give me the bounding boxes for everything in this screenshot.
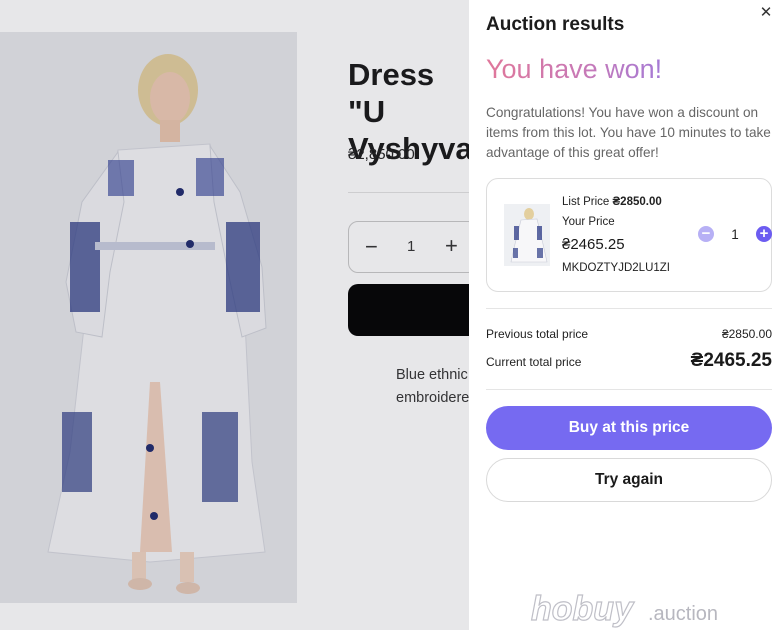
product-thumbnail — [504, 204, 550, 266]
auction-results-drawer: Auction results ✕ You have won! Congratu… — [469, 0, 777, 630]
previous-total-label: Previous total price — [486, 327, 589, 341]
close-icon[interactable]: ✕ — [759, 5, 773, 20]
won-headline: You have won! — [486, 54, 663, 84]
buy-at-this-price-button[interactable]: Buy at this price — [486, 406, 772, 450]
congratulations-message: Congratulations! You have won a discount… — [486, 105, 771, 160]
your-price-label: Your Price — [562, 216, 615, 228]
lot-quantity-stepper: − 1 + — [698, 226, 772, 244]
watermark-logo: hobuy — [530, 589, 633, 628]
product-sku: MKDOZTYJD2LU1ZI — [562, 262, 670, 274]
your-price-value: ₴2465.25 — [562, 236, 625, 253]
current-total-value: ₴2465.25 — [690, 350, 772, 371]
lot-quantity-value: 1 — [731, 227, 739, 242]
divider — [486, 308, 772, 309]
list-price-label: List Price — [562, 196, 610, 208]
previous-total-value: ₴2850.00 — [721, 327, 772, 341]
list-price: List Price ₴2850.00 — [562, 196, 662, 208]
list-price-value: ₴2850.00 — [612, 196, 662, 208]
watermark-suffix: .auction — [648, 603, 719, 625]
minus-icon[interactable]: − — [698, 226, 714, 242]
try-again-button[interactable]: Try again — [486, 458, 772, 502]
lot-card: List Price ₴2850.00 Your Price ₴2465.25 … — [486, 178, 772, 292]
divider — [486, 389, 772, 390]
current-total-label: Current total price — [486, 355, 582, 369]
plus-icon[interactable]: + — [756, 226, 772, 242]
drawer-title: Auction results — [486, 14, 625, 35]
